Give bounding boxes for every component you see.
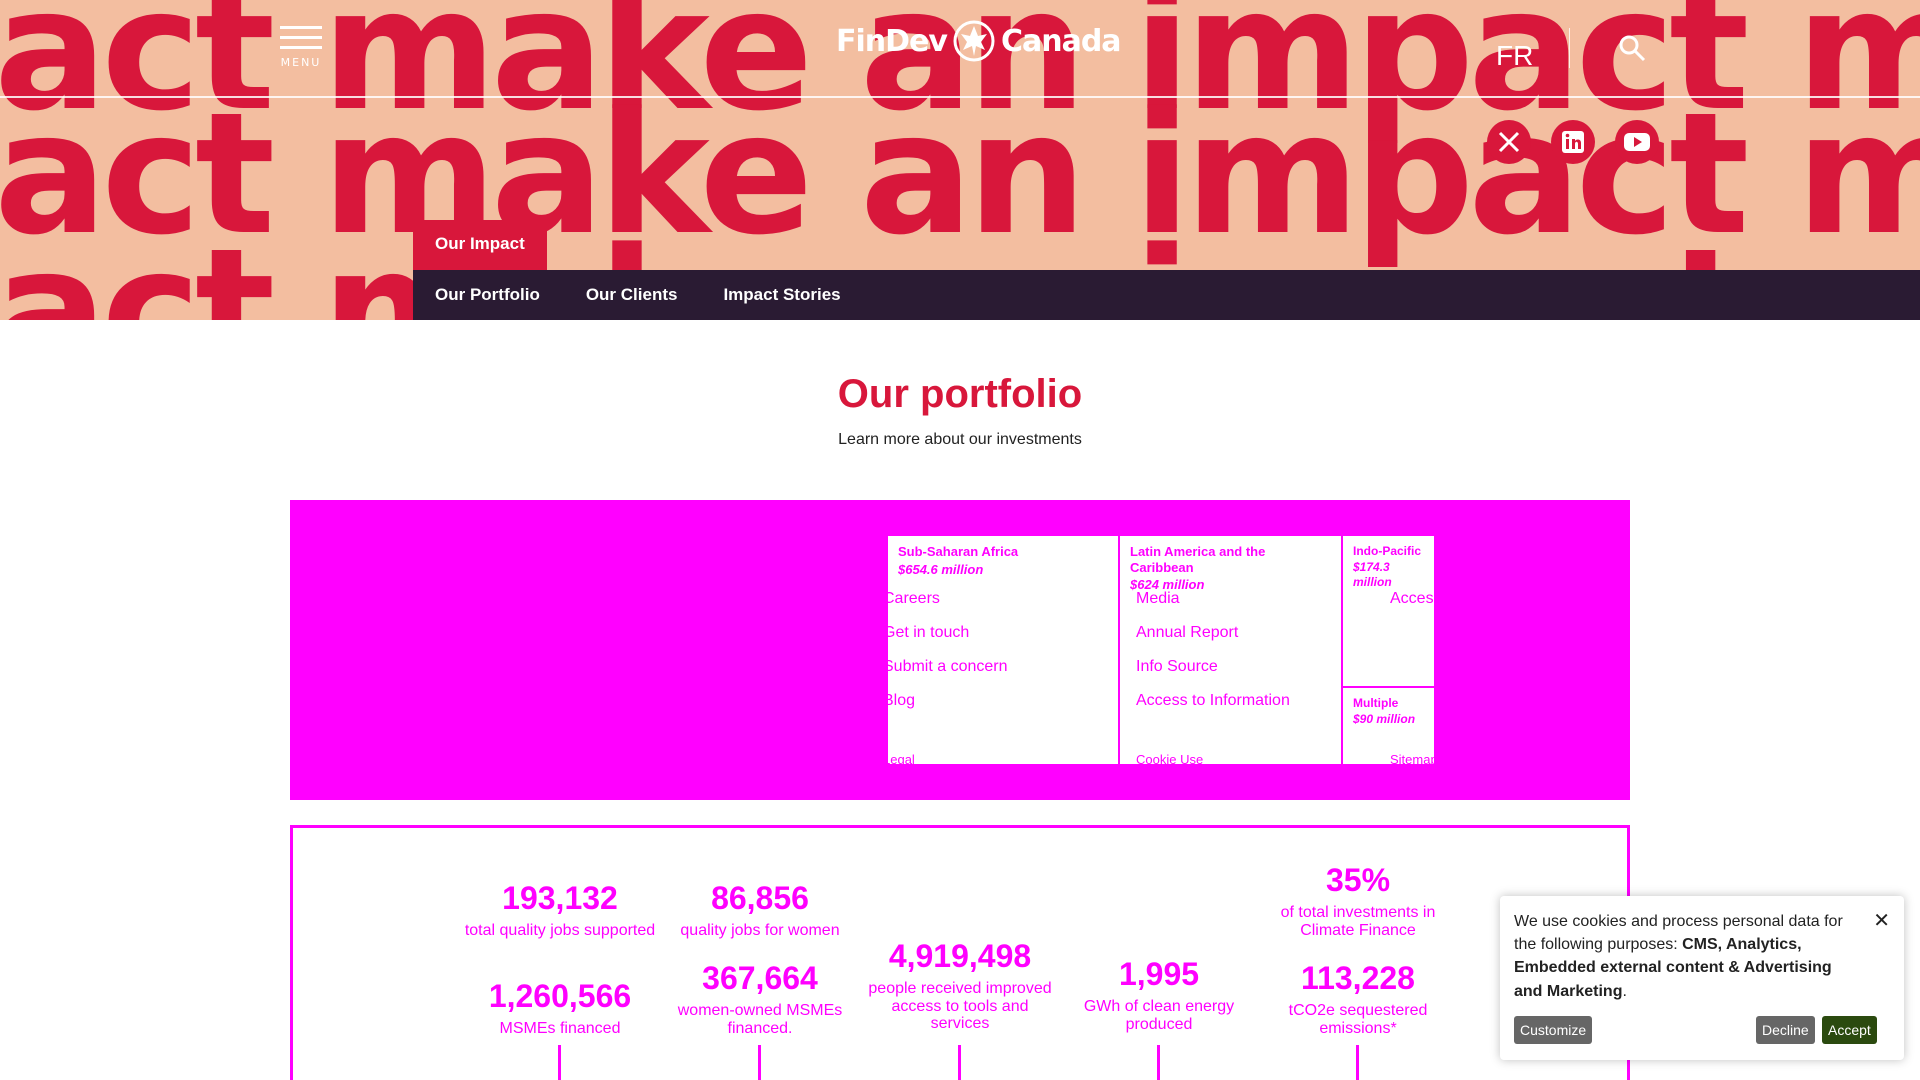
tile-value: $174.3 million <box>1353 560 1392 589</box>
stat-jobs-women: 86,856 quality jobs for women <box>660 882 860 940</box>
youtube-link[interactable] <box>1615 120 1659 164</box>
stat-label: quality jobs for women <box>680 922 840 939</box>
header-divider <box>1569 28 1570 68</box>
logo-text-left: FinDev <box>836 23 948 59</box>
subnav-our-clients[interactable]: Our Clients <box>586 285 678 305</box>
x-twitter-link[interactable] <box>1487 120 1531 164</box>
stat-clean-energy: 1,995 GWh of clean energy produced <box>1059 958 1259 1033</box>
stat-connector <box>558 1045 561 1080</box>
maple-leaf-icon <box>953 20 995 62</box>
stat-number: 367,664 <box>702 960 818 996</box>
cookie-message: We use cookies and process personal data… <box>1514 913 1843 1000</box>
stat-label: tCO2e sequestered emissions* <box>1288 1002 1428 1037</box>
stat-quality-jobs: 193,132 total quality jobs supported <box>460 882 660 940</box>
stat-number: 193,132 <box>502 880 618 916</box>
stat-msmes: 1,260,566 MSMEs financed <box>460 980 660 1038</box>
stat-connector <box>1157 1045 1160 1080</box>
footer-link-legal[interactable]: Legal <box>883 752 915 767</box>
footer-links-column-1: Careers Get in touch Submit a concern Bl… <box>883 590 1008 726</box>
youtube-icon <box>1624 133 1650 151</box>
cookie-consent-banner: We use cookies and process personal data… <box>1500 896 1904 1060</box>
footer-link-sitemap[interactable]: Sitemap <box>1390 752 1438 767</box>
page-title: Our portfolio <box>837 372 1083 416</box>
menu-label: MENU <box>280 56 322 69</box>
stat-climate-finance: 35% of total investments in Climate Fina… <box>1258 864 1458 939</box>
customize-button[interactable]: Customize <box>1514 1016 1593 1044</box>
stat-label: people received improved access to tools… <box>868 980 1052 1033</box>
stat-connector <box>758 1045 761 1080</box>
footer-link-media[interactable]: Media <box>1136 590 1290 624</box>
menu-button[interactable]: MENU <box>278 26 324 70</box>
footer-link-blog[interactable]: Blog <box>883 692 1008 726</box>
tile-name: Indo-Pacific <box>1353 544 1422 558</box>
tile-value: $654.6 million <box>898 561 984 577</box>
section-label: Our Impact <box>413 220 547 270</box>
tile-name: Multiple <box>1353 696 1399 710</box>
tile-name: Sub-Saharan Africa <box>898 544 1019 559</box>
header-divider-line <box>0 96 1920 98</box>
search-button[interactable] <box>1616 32 1648 64</box>
stat-label: MSMEs financed <box>499 1020 621 1037</box>
footer-link-access-to-information[interactable]: Access to Information <box>1136 692 1290 726</box>
page-subtitle: Learn more about our investments <box>838 431 1082 448</box>
tile-name: Latin America and the Caribbean <box>1130 544 1266 575</box>
stat-number: 1,260,566 <box>488 978 632 1014</box>
footer-link-info-source[interactable]: Info Source <box>1136 658 1290 692</box>
findev-logo[interactable]: FinDev Canada <box>836 16 1122 66</box>
linkedin-link[interactable] <box>1551 120 1595 164</box>
tile-value: $90 million <box>1353 712 1416 727</box>
footer-links-column-2: Media Annual Report Info Source Access t… <box>1136 590 1290 726</box>
accept-button[interactable]: Accept <box>1822 1016 1877 1044</box>
subnav-impact-stories[interactable]: Impact Stories <box>723 285 840 305</box>
stat-number: 86,856 <box>711 880 809 916</box>
logo-text-right: Canada <box>1000 23 1122 59</box>
footer-link-submit-concern[interactable]: Submit a concern <box>883 658 1008 692</box>
footer-link-accessibility[interactable]: Accessibility <box>1390 590 1477 624</box>
decline-button[interactable]: Decline <box>1756 1016 1815 1044</box>
close-icon[interactable]: ✕ <box>1873 908 1890 933</box>
stat-women-msmes: 367,664 women-owned MSMEs financed. <box>660 962 860 1037</box>
stat-number: 4,919,498 <box>888 938 1032 974</box>
stat-label: total quality jobs supported <box>464 922 656 939</box>
stat-number: 1,995 <box>1118 956 1200 992</box>
stat-label: women-owned MSMEs financed. <box>677 1002 843 1037</box>
footer-links-column-3: Accessibility <box>1390 590 1477 624</box>
footer-link-get-in-touch[interactable]: Get in touch <box>883 624 1008 658</box>
x-icon <box>1498 131 1520 153</box>
footer-link-cookie-use[interactable]: Cookie Use <box>1136 752 1203 767</box>
search-icon <box>1619 35 1646 62</box>
stat-co2-sequestered: 113,228 tCO2e sequestered emissions* <box>1258 962 1458 1037</box>
language-toggle[interactable]: FR <box>1496 40 1533 72</box>
footer-link-annual-report[interactable]: Annual Report <box>1136 624 1290 658</box>
stat-number: 113,228 <box>1301 960 1415 996</box>
stat-connector <box>1356 1045 1359 1080</box>
subnav-our-portfolio[interactable]: Our Portfolio <box>435 285 540 305</box>
stat-number: 35% <box>1325 862 1391 898</box>
hero-banner: act make an impact make an impact make a… <box>0 0 1920 320</box>
stat-people-access: 4,919,498 people received improved acces… <box>860 940 1060 1033</box>
linkedin-icon <box>1562 131 1584 153</box>
footer-link-careers[interactable]: Careers <box>883 590 1008 624</box>
stat-label: GWh of clean energy produced <box>1083 998 1235 1033</box>
sub-navigation: Our Portfolio Our Clients Impact Stories <box>413 270 1920 320</box>
stat-label: of total investments in Climate Finance <box>1280 904 1436 939</box>
stat-connector <box>958 1045 961 1080</box>
